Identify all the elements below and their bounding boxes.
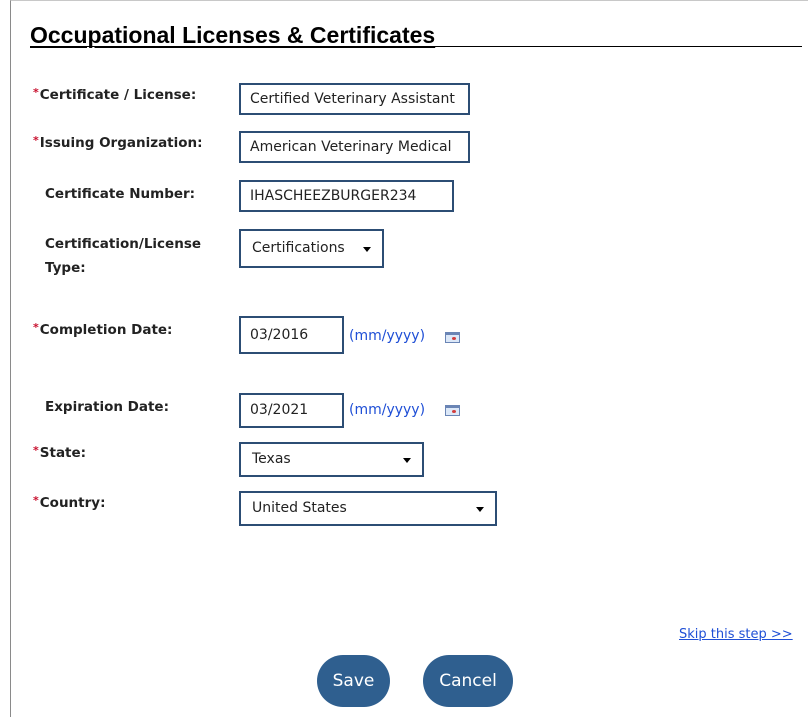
certificate-label: *Certificate / License: bbox=[33, 85, 196, 105]
title-divider bbox=[30, 46, 802, 47]
cert-type-select[interactable]: Certifications bbox=[239, 229, 384, 268]
cert-type-label-line2: Type: bbox=[45, 260, 86, 276]
issuing-org-input[interactable]: American Veterinary Medical bbox=[239, 131, 470, 163]
issuing-org-label-text: Issuing Organization: bbox=[39, 135, 203, 151]
page-title: Occupational Licenses & Certificates bbox=[30, 22, 436, 48]
chevron-down-icon bbox=[363, 247, 371, 252]
calendar-icon[interactable] bbox=[445, 332, 460, 343]
completion-date-label: *Completion Date: bbox=[33, 320, 172, 340]
certificate-label-text: Certificate / License: bbox=[39, 87, 197, 103]
cert-type-selected: Certifications bbox=[252, 240, 345, 256]
expiration-date-input[interactable]: 03/2021 bbox=[239, 393, 344, 428]
certificate-number-input[interactable]: IHASCHEEZBURGER234 bbox=[239, 180, 454, 212]
state-selected: Texas bbox=[252, 451, 291, 467]
expiration-date-hint: (mm/yyyy) bbox=[349, 402, 426, 418]
required-marker: * bbox=[33, 134, 39, 147]
chevron-down-icon bbox=[403, 458, 411, 463]
country-selected: United States bbox=[252, 500, 347, 516]
completion-date-label-text: Completion Date: bbox=[39, 322, 173, 338]
chevron-down-icon bbox=[476, 507, 484, 512]
cert-type-label: Certification/License Type: bbox=[45, 234, 201, 278]
skip-step-link[interactable]: Skip this step >> bbox=[679, 627, 793, 642]
certificate-input[interactable]: Certified Veterinary Assistant bbox=[239, 83, 470, 115]
country-label-text: Country: bbox=[39, 495, 106, 511]
cert-type-label-line1: Certification/License bbox=[45, 236, 202, 252]
completion-date-input[interactable]: 03/2016 bbox=[239, 316, 344, 354]
expiration-date-label: Expiration Date: bbox=[45, 399, 169, 415]
completion-date-hint: (mm/yyyy) bbox=[349, 328, 426, 344]
country-label: *Country: bbox=[33, 493, 105, 513]
state-select[interactable]: Texas bbox=[239, 442, 424, 477]
required-marker: * bbox=[33, 444, 39, 457]
cancel-button[interactable]: Cancel bbox=[423, 655, 513, 707]
certificate-number-label: Certificate Number: bbox=[45, 186, 196, 202]
state-label-text: State: bbox=[39, 445, 87, 461]
save-button[interactable]: Save bbox=[317, 655, 390, 707]
required-marker: * bbox=[33, 321, 39, 334]
issuing-org-label: *Issuing Organization: bbox=[33, 133, 203, 153]
calendar-icon[interactable] bbox=[445, 405, 460, 416]
state-label: *State: bbox=[33, 443, 86, 463]
required-marker: * bbox=[33, 86, 39, 99]
country-select[interactable]: United States bbox=[239, 491, 497, 526]
required-marker: * bbox=[33, 494, 39, 507]
